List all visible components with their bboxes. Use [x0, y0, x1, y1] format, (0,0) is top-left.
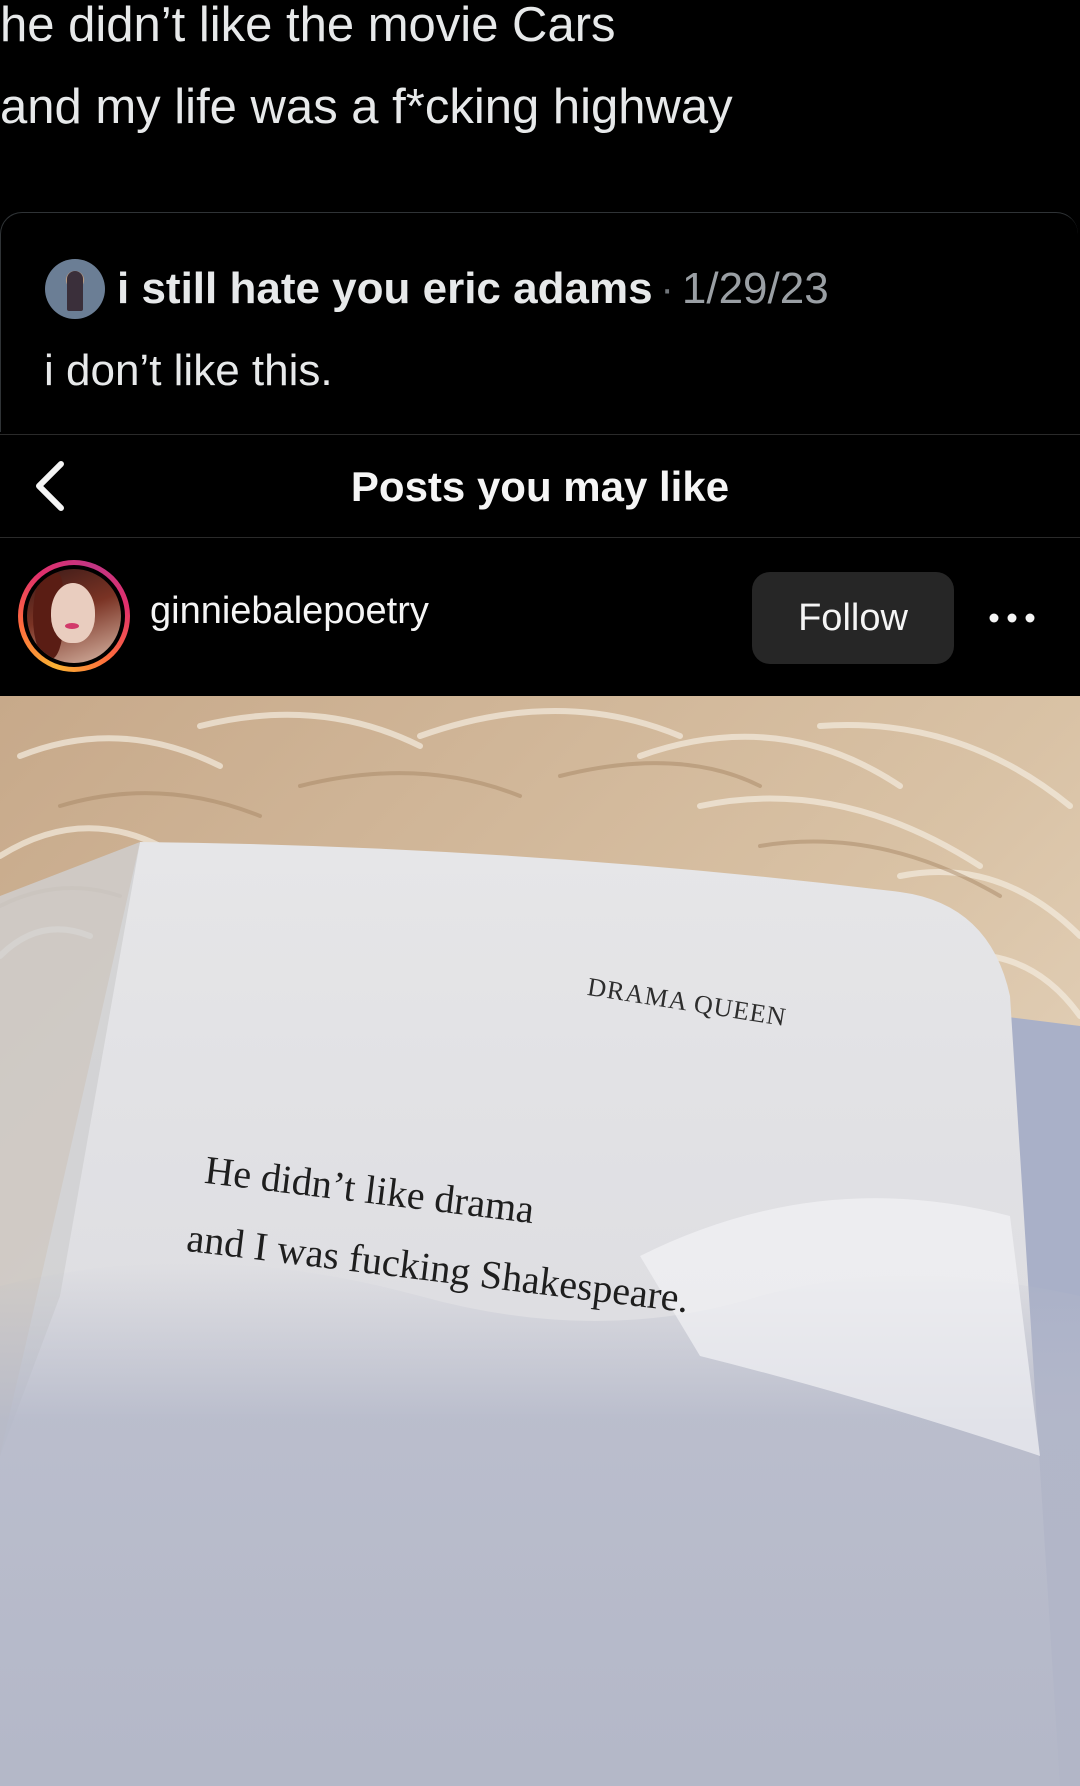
quoted-tweet-header: i still hate you eric adams · 1/29/23 [45, 257, 829, 321]
quoted-tweet-text: i don’t like this. [44, 346, 333, 395]
tweet-text: he didn’t like the movie Cars and my lif… [0, 0, 1080, 180]
quoted-tweet-avatar[interactable] [45, 259, 105, 319]
more-horizontal-icon[interactable] [982, 596, 1042, 640]
avatar [27, 569, 121, 663]
post-image[interactable]: DRAMA QUEEN He didn’t like drama and I w… [0, 696, 1080, 1786]
quoted-tweet-date[interactable]: 1/29/23 [682, 264, 829, 314]
follow-button[interactable]: Follow [752, 572, 954, 664]
story-ring-avatar[interactable] [18, 560, 130, 672]
tweet-text-line-1: he didn’t like the movie Cars [0, 0, 616, 52]
post-username[interactable]: ginniebalepoetry [150, 590, 429, 633]
posts-you-may-like-bar: Posts you may like [0, 434, 1080, 538]
tweet-text-line-2: and my life was a f*cking highway [0, 80, 733, 134]
book-photo [0, 696, 1080, 1786]
page-title: Posts you may like [350, 463, 730, 510]
chevron-left-icon[interactable] [18, 453, 84, 519]
quoted-tweet-author[interactable]: i still hate you eric adams [117, 264, 653, 314]
quoted-tweet-card[interactable]: i still hate you eric adams · 1/29/23 [0, 212, 1078, 432]
post-header: ginniebalepoetry Follow [0, 540, 1080, 696]
quoted-tweet-separator: · [660, 266, 674, 311]
